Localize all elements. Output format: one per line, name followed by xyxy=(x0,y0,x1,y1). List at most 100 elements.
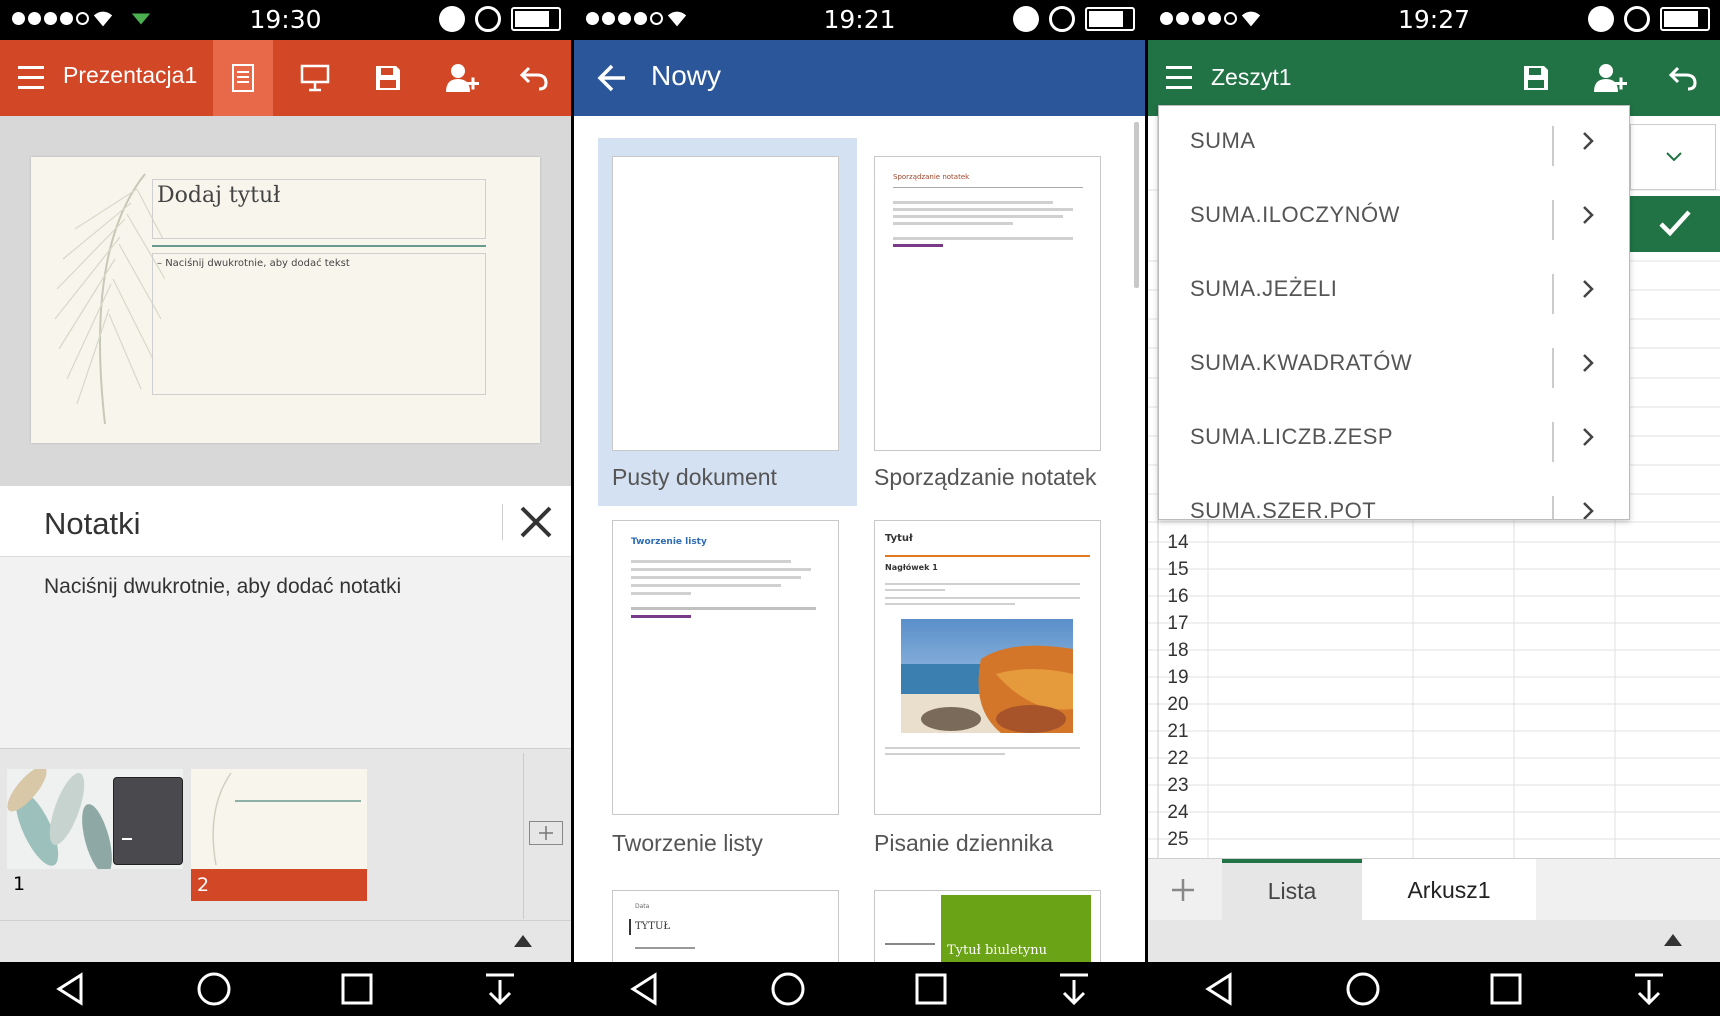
slide-body-placeholder[interactable]: – Naciśnij dwukrotnie, aby dodać tekst xyxy=(152,253,486,395)
document-title[interactable]: Zeszyt1 xyxy=(1211,64,1292,91)
notes-icon xyxy=(232,64,254,92)
sheet-tabs: Lista Arkusz1 xyxy=(1148,858,1720,921)
add-slide-button[interactable] xyxy=(529,821,563,845)
menu-icon[interactable] xyxy=(18,66,44,96)
function-item[interactable]: SUMA.ILOCZYNÓW xyxy=(1159,180,1629,254)
function-item[interactable]: SUMA.JEŻELI xyxy=(1159,254,1629,328)
alarm-icon xyxy=(1624,6,1650,32)
scrollbar[interactable] xyxy=(1134,122,1139,288)
recents-nav-icon[interactable] xyxy=(1488,971,1524,1007)
undo-button[interactable] xyxy=(509,40,559,116)
template-blank-document[interactable] xyxy=(612,156,839,451)
row-header[interactable]: 24 xyxy=(1148,802,1208,824)
sheet-tab-lista[interactable]: Lista xyxy=(1222,859,1362,921)
divider xyxy=(502,504,503,540)
template-take-notes[interactable]: Sporządzanie notatek xyxy=(874,156,1101,451)
back-nav-icon[interactable] xyxy=(1202,971,1238,1007)
expand-formula-button[interactable] xyxy=(1630,124,1716,190)
row-header[interactable]: 21 xyxy=(1148,721,1208,743)
add-person-icon xyxy=(1594,64,1627,92)
expand-up-icon[interactable] xyxy=(1664,934,1682,946)
divider xyxy=(1552,200,1554,240)
function-name: SUMA.JEŻELI xyxy=(1190,276,1338,301)
home-nav-icon[interactable] xyxy=(196,971,232,1007)
notifications-nav-icon[interactable] xyxy=(1056,971,1092,1007)
back-arrow-icon[interactable] xyxy=(596,62,628,94)
template-heading: Tytuł xyxy=(885,533,913,544)
recents-nav-icon[interactable] xyxy=(339,971,375,1007)
function-item[interactable]: SUMA.LICZB.ZESP xyxy=(1159,402,1629,476)
row-header[interactable]: 18 xyxy=(1148,640,1208,662)
slide-thumbnail-1[interactable] xyxy=(7,766,183,874)
template-label: Pisanie dziennika xyxy=(874,830,1054,856)
presentation-icon xyxy=(300,64,330,92)
row-header[interactable]: 23 xyxy=(1148,775,1208,797)
menu-icon[interactable] xyxy=(1166,66,1192,96)
vibrate-icon xyxy=(439,6,465,32)
chevron-right-icon[interactable] xyxy=(1577,278,1599,300)
row-header[interactable]: 19 xyxy=(1148,667,1208,689)
template-write-journal[interactable]: Tytuł Nagłówek 1 xyxy=(874,520,1101,815)
back-nav-icon[interactable] xyxy=(627,971,663,1007)
title-underline xyxy=(152,245,486,247)
android-navbar xyxy=(1148,962,1720,1016)
confirm-formula-button[interactable] xyxy=(1630,196,1720,252)
undo-icon xyxy=(1668,66,1697,91)
page-title: Nowy xyxy=(651,60,722,91)
divider xyxy=(1552,126,1554,166)
home-nav-icon[interactable] xyxy=(1345,971,1381,1007)
document-title[interactable]: Prezentacja1 xyxy=(63,62,197,89)
template-subheading: Nagłówek 1 xyxy=(885,563,938,572)
undo-button[interactable] xyxy=(1658,40,1708,116)
bottom-toolbar xyxy=(0,920,571,963)
divider xyxy=(523,753,524,919)
row-header[interactable]: 22 xyxy=(1148,748,1208,770)
checkmark-icon xyxy=(1659,210,1691,237)
thumbnail-overlay xyxy=(113,777,183,865)
share-button[interactable] xyxy=(437,40,487,116)
slide-title-placeholder[interactable]: Dodaj tytuł xyxy=(152,179,486,239)
template-heading: TYTUŁ xyxy=(635,921,671,932)
home-nav-icon[interactable] xyxy=(770,971,806,1007)
chevron-right-icon[interactable] xyxy=(1577,204,1599,226)
word-screen: 19:21 Nowy Pusty dokument Sporządzanie n… xyxy=(574,0,1145,1016)
notes-header: Notatki xyxy=(0,486,571,556)
row-header[interactable]: 15 xyxy=(1148,559,1208,581)
plus-icon xyxy=(539,826,553,840)
notifications-nav-icon[interactable] xyxy=(482,971,518,1007)
divider xyxy=(1552,496,1554,519)
function-item[interactable]: SUMA.SZER.POT xyxy=(1159,476,1629,520)
notifications-nav-icon[interactable] xyxy=(1631,971,1667,1007)
battery-icon xyxy=(511,7,561,31)
sheet-tab-arkusz1[interactable]: Arkusz1 xyxy=(1362,859,1536,921)
row-header[interactable]: 16 xyxy=(1148,586,1208,608)
present-button[interactable] xyxy=(290,40,340,116)
notes-area[interactable]: Naciśnij dwukrotnie, aby dodać notatki xyxy=(0,556,571,749)
template-make-list[interactable]: Tworzenie listy xyxy=(612,520,839,815)
bottom-toolbar xyxy=(1148,920,1720,962)
row-header[interactable]: 25 xyxy=(1148,829,1208,851)
slide-thumbnail-2[interactable] xyxy=(191,769,367,869)
chevron-right-icon[interactable] xyxy=(1577,130,1599,152)
notes-view-button[interactable] xyxy=(213,40,273,116)
chevron-right-icon[interactable] xyxy=(1577,500,1599,520)
row-header[interactable]: 17 xyxy=(1148,613,1208,635)
close-icon[interactable] xyxy=(514,500,558,544)
excel-screen: 19:27 Zeszyt1 14 15 16 17 18 19 20 21 22… xyxy=(1148,0,1720,1016)
row-header[interactable]: 20 xyxy=(1148,694,1208,716)
add-sheet-icon[interactable] xyxy=(1170,877,1196,903)
app-toolbar: Prezentacja1 xyxy=(0,40,571,116)
current-slide[interactable]: Dodaj tytuł – Naciśnij dwukrotnie, aby d… xyxy=(31,157,540,443)
recents-nav-icon[interactable] xyxy=(913,971,949,1007)
function-item[interactable]: SUMA.KWADRATÓW xyxy=(1159,328,1629,402)
chevron-right-icon[interactable] xyxy=(1577,352,1599,374)
row-header[interactable]: 14 xyxy=(1148,532,1208,554)
chevron-right-icon[interactable] xyxy=(1577,426,1599,448)
expand-up-icon[interactable] xyxy=(514,935,532,947)
back-nav-icon[interactable] xyxy=(53,971,89,1007)
function-item[interactable]: SUMA xyxy=(1159,106,1629,180)
vibrate-icon xyxy=(1013,6,1039,32)
slide-editor: Dodaj tytuł – Naciśnij dwukrotnie, aby d… xyxy=(0,116,571,486)
save-button[interactable] xyxy=(363,40,413,116)
function-name: SUMA xyxy=(1190,128,1256,153)
